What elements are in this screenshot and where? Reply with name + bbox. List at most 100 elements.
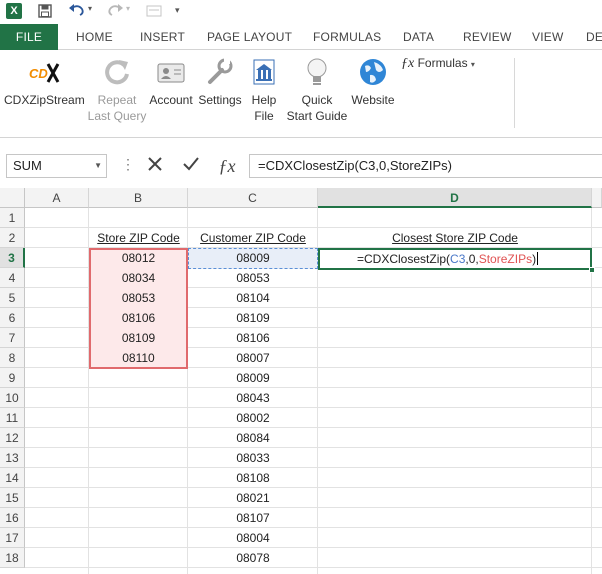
store-zip-cell[interactable]: 08109: [89, 328, 188, 348]
ribbon-panel: CD CDXZipStream Repeat Last Query Accoun…: [0, 50, 602, 138]
customer-zip-cell[interactable]: 08084: [188, 428, 318, 448]
undo-dropdown-icon[interactable]: ▾: [88, 4, 92, 13]
account-icon: [155, 56, 187, 88]
customize-qat-icon[interactable]: ▾: [175, 5, 180, 16]
row-header[interactable]: 7: [0, 328, 25, 348]
help-file-icon: [248, 56, 280, 88]
store-zip-cell[interactable]: 08012: [89, 248, 188, 268]
settings-button[interactable]: Settings: [198, 56, 242, 108]
customer-zip-cell[interactable]: 08104: [188, 288, 318, 308]
start-guide-label: Start Guide: [286, 109, 348, 123]
cdxzipstream-button[interactable]: CD CDXZipStream: [4, 56, 85, 108]
column-header-e[interactable]: [592, 188, 602, 208]
tab-home[interactable]: HOME: [76, 30, 113, 44]
repeat-label: Repeat: [97, 93, 137, 107]
account-button[interactable]: Account: [148, 56, 194, 108]
row-header[interactable]: 14: [0, 468, 25, 488]
customer-zip-header[interactable]: Customer ZIP Code: [188, 228, 318, 248]
in-cell-formula-editor[interactable]: =CDXClosestZip(C3,0,StoreZIPs): [357, 250, 539, 268]
customer-zip-cell[interactable]: 08053: [188, 268, 318, 288]
customer-zip-cell[interactable]: 08002: [188, 408, 318, 428]
select-all-corner[interactable]: [0, 188, 25, 208]
settings-label: Settings: [198, 93, 242, 107]
customer-zip-cell[interactable]: 08107: [188, 508, 318, 528]
column-header-b[interactable]: B: [89, 188, 188, 208]
column-header-a[interactable]: A: [25, 188, 89, 208]
tab-view[interactable]: VIEW: [532, 30, 563, 44]
undo-icon[interactable]: [68, 2, 86, 21]
tab-review[interactable]: REVIEW: [463, 30, 512, 44]
store-zip-cell[interactable]: 08053: [89, 288, 188, 308]
cancel-formula-button[interactable]: [143, 154, 167, 178]
worksheet-grid[interactable]: A B C D 1 2 3 4 5 6 7 8 9 10 11 12 13 14…: [0, 188, 602, 574]
store-zip-cell[interactable]: 08034: [89, 268, 188, 288]
column-header-c[interactable]: C: [188, 188, 318, 208]
tab-page-layout[interactable]: PAGE LAYOUT: [207, 30, 292, 44]
fill-handle[interactable]: [589, 267, 595, 273]
row-header[interactable]: 11: [0, 408, 25, 428]
row-header[interactable]: 17: [0, 528, 25, 548]
store-zip-header[interactable]: Store ZIP Code: [89, 228, 188, 248]
customer-zip-cell[interactable]: 08009: [188, 368, 318, 388]
redo-dropdown-icon: ▾: [126, 4, 131, 13]
redo-icon[interactable]: [106, 2, 124, 21]
row-header[interactable]: 3: [0, 248, 25, 268]
row-header[interactable]: 9: [0, 368, 25, 388]
row-header[interactable]: 12: [0, 428, 25, 448]
save-icon[interactable]: [38, 4, 52, 21]
row-header[interactable]: 6: [0, 308, 25, 328]
cdxzipstream-label: CDXZipStream: [4, 93, 85, 107]
store-zip-cell[interactable]: 08110: [89, 348, 188, 368]
customer-zip-cell[interactable]: 08109: [188, 308, 318, 328]
name-box-value: SUM: [13, 158, 42, 173]
row-header[interactable]: 2: [0, 228, 25, 248]
customer-zip-cell[interactable]: 08007: [188, 348, 318, 368]
settings-icon: [204, 56, 236, 88]
quick-start-guide-button[interactable]: Quick Start Guide: [286, 56, 348, 124]
tab-data[interactable]: DATA: [403, 30, 434, 44]
formula-prefix: =CDXClosestZip(: [357, 252, 451, 266]
tab-formulas[interactable]: FORMULAS: [313, 30, 381, 44]
tab-insert[interactable]: INSERT: [140, 30, 185, 44]
column-header-d[interactable]: D: [318, 188, 592, 208]
row-header[interactable]: 15: [0, 488, 25, 508]
help-file-button[interactable]: Help File: [246, 56, 282, 124]
tab-file[interactable]: FILE: [0, 24, 58, 50]
tab-developer[interactable]: DE: [586, 30, 602, 44]
customer-zip-cell[interactable]: 08033: [188, 448, 318, 468]
cdx-logo-icon: CD: [28, 56, 60, 88]
row-header[interactable]: 4: [0, 268, 25, 288]
website-button[interactable]: Website: [348, 56, 398, 108]
insert-function-button[interactable]: ƒx: [215, 154, 239, 178]
file-label: File: [254, 109, 274, 123]
row-header[interactable]: 10: [0, 388, 25, 408]
customer-zip-cell[interactable]: 08106: [188, 328, 318, 348]
customer-zip-cell[interactable]: 08004: [188, 528, 318, 548]
formula-mid: ,0,: [465, 252, 479, 266]
formulas-dropdown-button[interactable]: ƒx Formulas ▾: [401, 56, 475, 72]
closest-store-zip-header[interactable]: Closest Store ZIP Code: [318, 228, 592, 248]
enter-formula-button[interactable]: [179, 154, 203, 178]
chevron-down-icon[interactable]: ▼: [94, 155, 102, 177]
customer-zip-cell[interactable]: 08108: [188, 468, 318, 488]
formula-suffix: ): [532, 252, 537, 266]
row-header[interactable]: 13: [0, 448, 25, 468]
customer-zip-cell[interactable]: 08078: [188, 548, 318, 568]
excel-app-icon: X: [6, 3, 22, 19]
repeat-icon: [101, 56, 133, 88]
customer-zip-cell[interactable]: 08009: [188, 248, 318, 268]
svg-text:CD: CD: [29, 66, 48, 81]
formula-bar: SUM ▼ ⋮ ƒx =CDXClosestZip(C3,0,StoreZIPs…: [0, 150, 602, 182]
customer-zip-cell[interactable]: 08043: [188, 388, 318, 408]
formula-input[interactable]: =CDXClosestZip(C3,0,StoreZIPs): [249, 154, 602, 178]
row-header[interactable]: 8: [0, 348, 25, 368]
row-header[interactable]: 5: [0, 288, 25, 308]
store-zip-cell[interactable]: 08106: [89, 308, 188, 328]
customer-zip-cell[interactable]: 08021: [188, 488, 318, 508]
chevron-down-icon: ▾: [470, 60, 475, 69]
name-box[interactable]: SUM ▼: [6, 154, 107, 178]
row-header[interactable]: 18: [0, 548, 25, 568]
row-header[interactable]: 1: [0, 208, 25, 228]
row-header[interactable]: 16: [0, 508, 25, 528]
ribbon-tabs: FILE HOME INSERT PAGE LAYOUT FORMULAS DA…: [0, 24, 602, 50]
